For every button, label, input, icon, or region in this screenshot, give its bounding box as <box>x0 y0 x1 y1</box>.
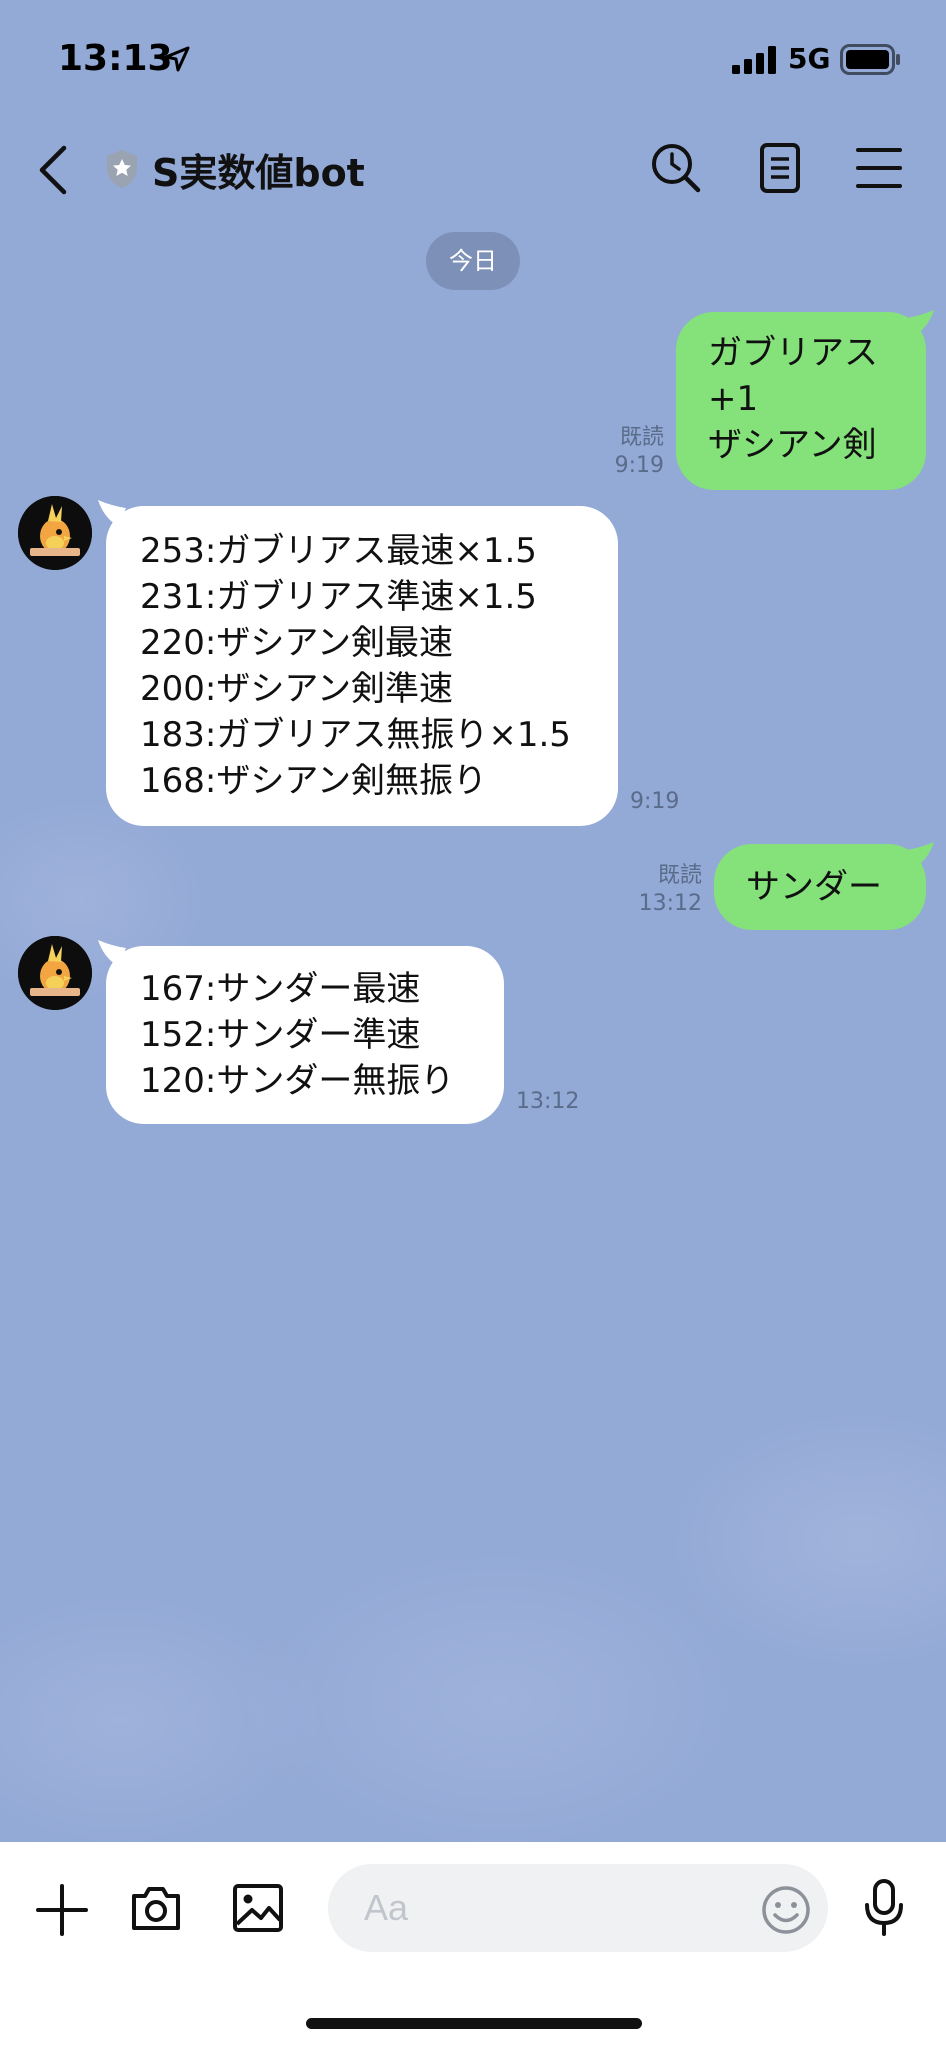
search-icon <box>652 144 701 193</box>
message-time: 9:19 <box>614 453 664 478</box>
input-bar <box>0 1842 946 2048</box>
message-line: 253:ガブリアス最速×1.5 <box>140 531 537 571</box>
date-separator: 今日 <box>426 232 520 290</box>
menu-icon <box>856 148 902 188</box>
camera-icon <box>132 1887 180 1930</box>
message-time: 9:19 <box>630 788 680 816</box>
incoming-message[interactable]: 253:ガブリアス最速×1.5 231:ガブリアス準速×1.5 220:ザシアン… <box>106 506 618 826</box>
battery-icon <box>840 44 900 75</box>
location-arrow-icon <box>164 46 190 72</box>
message-line: サンダー <box>746 867 882 907</box>
image-icon <box>233 1884 283 1932</box>
message-line: +1 <box>708 379 759 419</box>
mic-icon <box>865 1879 903 1936</box>
message-input[interactable] <box>328 1864 828 1952</box>
menu-button[interactable] <box>852 140 908 196</box>
plus-button[interactable] <box>34 1882 90 1938</box>
message-line: 231:ガブリアス準速×1.5 <box>140 577 537 617</box>
plus-icon <box>36 1884 88 1936</box>
message-meta: 既読 13:12 <box>636 862 702 918</box>
network-label: 5G <box>788 42 831 75</box>
message-line: 220:ザシアン剣最速 <box>140 623 453 663</box>
status-time: 13:13 <box>58 38 173 79</box>
back-button[interactable] <box>30 140 80 200</box>
chat-title: S実数値bot <box>152 151 365 195</box>
emoji-button[interactable] <box>758 1882 814 1938</box>
incoming-message[interactable]: 167:サンダー最速 152:サンダー準速 120:サンダー無振り <box>106 946 504 1124</box>
message-time-text: 9:19 <box>630 789 680 814</box>
read-receipt: 既読 <box>619 425 664 450</box>
avatar[interactable] <box>18 496 92 570</box>
chat-header: S実数値bot <box>0 130 946 210</box>
status-bar: 13:13 5G <box>0 0 946 120</box>
message-time-text: 13:12 <box>516 1089 580 1114</box>
message-time: 13:12 <box>516 1088 586 1116</box>
image-button[interactable] <box>230 1880 286 1936</box>
message-meta: 既読 9:19 <box>600 424 664 480</box>
message-line: ガブリアス <box>708 333 878 373</box>
outgoing-message[interactable]: ガブリアス +1 ザシアン剣 <box>676 312 926 490</box>
back-icon <box>39 145 67 195</box>
camera-button[interactable] <box>128 1880 184 1936</box>
outgoing-message[interactable]: サンダー <box>714 844 926 930</box>
bot-avatar-icon <box>18 496 92 570</box>
notes-button[interactable] <box>752 140 808 196</box>
avatar[interactable] <box>18 936 92 1010</box>
mic-button[interactable] <box>856 1878 912 1938</box>
bubble-tail <box>906 842 934 868</box>
home-indicator <box>306 2018 642 2029</box>
notes-icon <box>760 143 800 193</box>
read-receipt: 既読 <box>657 863 702 888</box>
message-time: 13:12 <box>638 891 702 916</box>
message-line: 168:ザシアン剣無振り <box>140 761 487 801</box>
search-button[interactable] <box>648 140 704 196</box>
message-line: ザシアン剣 <box>708 425 877 465</box>
bubble-tail <box>906 310 934 336</box>
shield-icon <box>107 150 137 188</box>
message-line: 120:サンダー無振り <box>140 1061 455 1101</box>
message-line: 167:サンダー最速 <box>140 969 421 1009</box>
message-line: 200:ザシアン剣準速 <box>140 669 453 709</box>
message-line: 152:サンダー準速 <box>140 1015 421 1055</box>
signal-icon <box>732 46 776 74</box>
bot-avatar-icon <box>18 936 92 1010</box>
emoji-icon <box>762 1886 810 1934</box>
message-line: 183:ガブリアス無振り×1.5 <box>140 715 571 755</box>
